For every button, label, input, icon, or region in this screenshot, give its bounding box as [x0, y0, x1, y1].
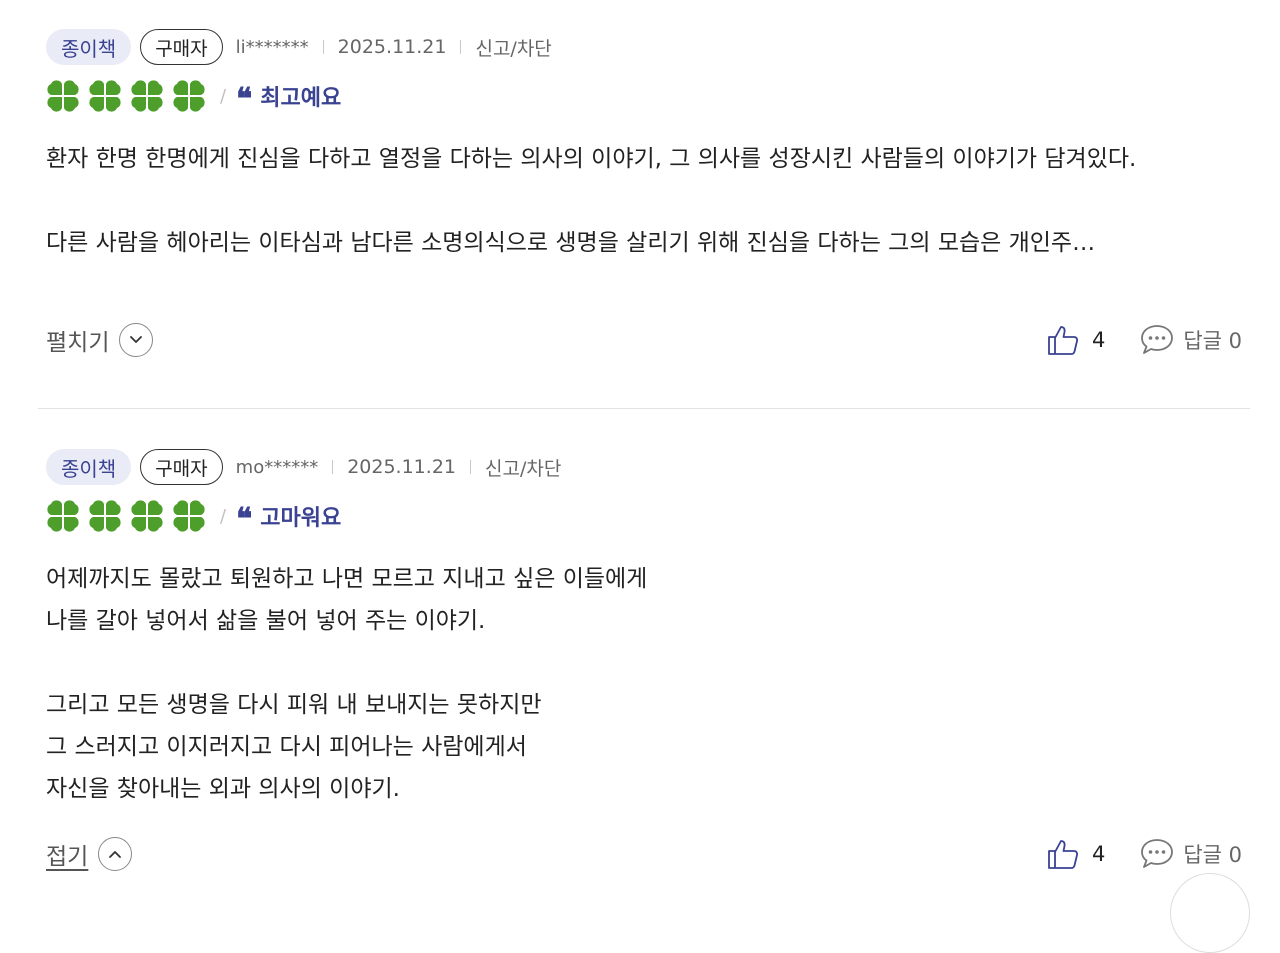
format-tag: 종이책: [46, 449, 132, 485]
collapse-label: 접기: [46, 844, 89, 870]
speech-bubble-icon: [1141, 839, 1174, 868]
meta-separator: [322, 40, 324, 54]
chevron-up-icon[interactable]: [98, 837, 133, 871]
reply-count: 답글 0: [1183, 843, 1242, 867]
reply-count: 답글 0: [1183, 329, 1242, 353]
collapse-toggle[interactable]: 접기: [46, 832, 133, 876]
review-meta: 종이책 구매자 li******* 2025.11.21 신고/차단: [46, 28, 1242, 66]
speech-bubble-icon: [1141, 325, 1174, 354]
clover-icon: [173, 80, 205, 112]
star-rating: [46, 79, 214, 113]
like-count: 4: [1091, 328, 1106, 352]
reaction-group: 4 답글 0: [1046, 318, 1242, 362]
meta-separator: [460, 40, 462, 54]
format-tag: 종이책: [46, 29, 132, 65]
review-actions: 펼치기 4 답글 0: [46, 318, 1242, 362]
meta-separator: [470, 460, 471, 474]
review-body: 환자 한명 한명에게 진심을 다하고 열정을 다하는 의사의 이야기, 그 의사…: [46, 146, 1137, 256]
rating-row: / ❝ 최고예요: [46, 76, 1242, 116]
rating-separator: /: [220, 505, 227, 527]
reply-button[interactable]: 답글 0: [1139, 323, 1242, 357]
clover-icon: [47, 500, 79, 532]
review-summary: 최고예요: [260, 86, 342, 111]
chevron-down-icon[interactable]: [119, 323, 154, 357]
review-date: 2025.11.21: [347, 456, 456, 478]
like-button[interactable]: 4: [1046, 323, 1105, 357]
rating-row: / ❝ 고마워요: [46, 496, 1242, 536]
review-meta: 종이책 구매자 mo****** 2025.11.21 신고/차단: [46, 448, 1242, 486]
report-block-link[interactable]: 신고/차단: [475, 34, 551, 61]
reviewer-id: li*******: [235, 36, 309, 58]
thumbs-up-icon: [1048, 326, 1078, 355]
clover-icon: [47, 80, 79, 112]
buyer-tag: 구매자: [140, 449, 223, 485]
clover-icon: [131, 80, 163, 112]
reaction-group: 4 답글 0: [1046, 832, 1242, 876]
review-actions: 접기 4 답글 0: [46, 832, 1242, 876]
review-item: 종이책 구매자 mo****** 2025.11.21 신고/차단 / ❝ 고마…: [46, 448, 1242, 876]
clover-icon: [89, 80, 121, 112]
thumbs-up-icon: [1048, 840, 1078, 869]
review-summary: 고마워요: [260, 506, 342, 531]
reviewer-id: mo******: [235, 456, 319, 478]
clover-icon: [89, 500, 121, 532]
review-date: 2025.11.21: [337, 36, 447, 58]
review-item: 종이책 구매자 li******* 2025.11.21 신고/차단 / ❝ 최…: [46, 28, 1242, 362]
rating-separator: /: [220, 85, 227, 107]
expand-toggle[interactable]: 펼치기: [46, 318, 154, 362]
clover-icon: [173, 500, 205, 532]
star-rating: [46, 499, 214, 533]
review-body: 어제까지도 몰랐고 퇴원하고 나면 모르고 지내고 싶은 이들에게 나를 갈아 …: [46, 566, 648, 802]
scroll-top-button[interactable]: [1170, 873, 1250, 953]
review-divider: [38, 408, 1250, 409]
report-block-link[interactable]: 신고/차단: [485, 454, 561, 481]
quote-icon: ❝: [236, 502, 253, 537]
reply-button[interactable]: 답글 0: [1139, 837, 1242, 871]
expand-label: 펼치기: [46, 330, 110, 356]
like-count: 4: [1091, 842, 1106, 866]
meta-separator: [332, 460, 334, 474]
buyer-tag: 구매자: [140, 29, 223, 65]
clover-icon: [131, 500, 163, 532]
like-button[interactable]: 4: [1046, 837, 1105, 871]
quote-icon: ❝: [236, 82, 253, 117]
